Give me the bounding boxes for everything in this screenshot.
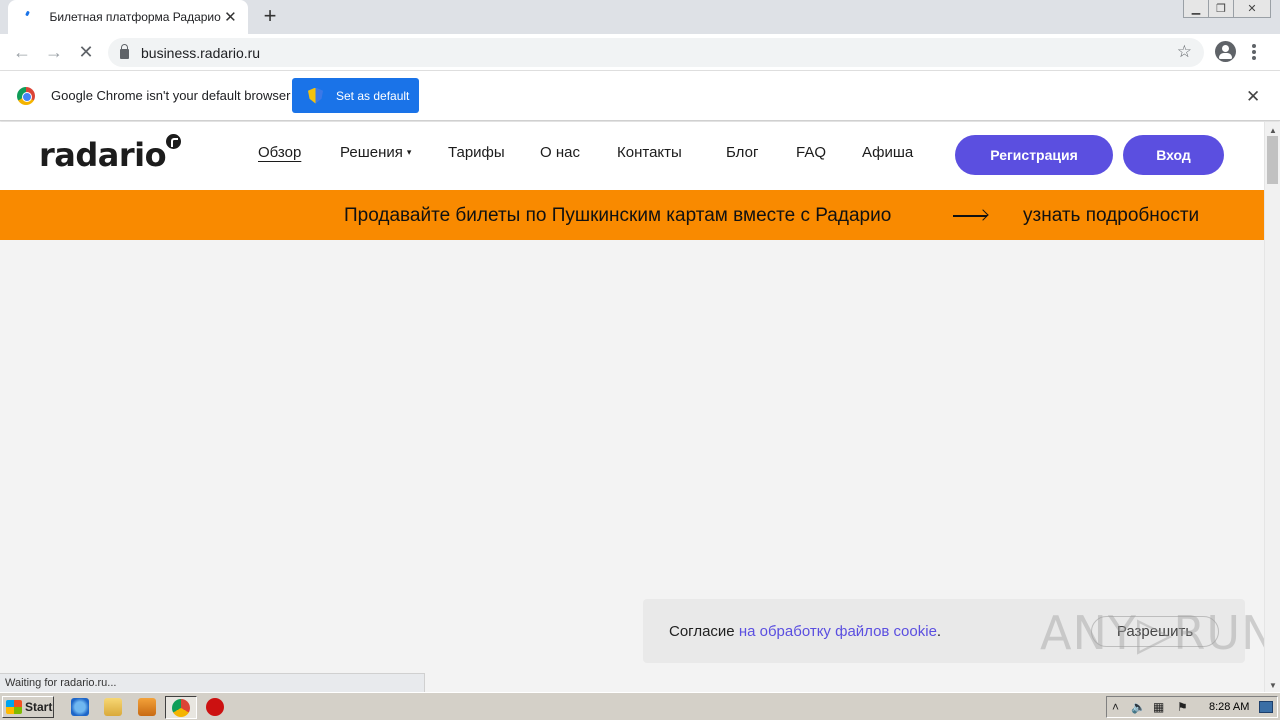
new-tab-button[interactable]: +: [258, 5, 282, 28]
nav-item-solutions-label: Решения: [340, 144, 403, 161]
taskbar-clock[interactable]: 8:28 AM: [1209, 701, 1249, 713]
arrow-right-icon: [953, 215, 987, 217]
nav-item-afisha[interactable]: Афиша: [862, 144, 913, 161]
infobar-message: Google Chrome isn't your default browser: [51, 88, 291, 103]
show-desktop-icon[interactable]: [1259, 701, 1273, 713]
start-button[interactable]: Start: [2, 696, 54, 718]
url-text[interactable]: business.radario.ru: [141, 45, 260, 61]
set-as-default-label: Set as default: [336, 88, 410, 103]
nav-item-faq[interactable]: FAQ: [796, 144, 826, 161]
register-button[interactable]: Регистрация: [955, 135, 1113, 175]
default-browser-infobar: Google Chrome isn't your default browser…: [0, 71, 1280, 121]
set-as-default-button[interactable]: Set as default: [292, 78, 419, 113]
scroll-thumb[interactable]: [1267, 136, 1278, 184]
nav-item-contacts[interactable]: Контакты: [617, 144, 682, 161]
stop-loading-icon[interactable]: ✕: [74, 40, 98, 64]
promo-banner[interactable]: Продавайте билеты по Пушкинским картам в…: [0, 190, 1264, 240]
internet-explorer-icon[interactable]: [71, 698, 89, 716]
volume-icon[interactable]: 🔈: [1131, 700, 1146, 714]
minimize-icon[interactable]: ▁: [1183, 0, 1209, 18]
anyrun-watermark: ANY▷RUN: [1040, 606, 1277, 660]
tab-close-icon[interactable]: ✕: [221, 7, 240, 27]
restore-icon[interactable]: ❐: [1208, 0, 1234, 18]
cookie-text-after: .: [936, 623, 942, 640]
nav-item-overview[interactable]: Обзор: [258, 144, 301, 161]
loading-favicon-icon: [22, 10, 35, 24]
bookmark-star-icon[interactable]: ☆: [1177, 42, 1192, 62]
profile-avatar-icon[interactable]: [1215, 41, 1236, 62]
web-page: radario Обзор Решения ▾ Тарифы О нас Конт…: [0, 122, 1264, 672]
scroll-down-icon[interactable]: ▼: [1269, 681, 1277, 690]
tab-strip: Билетная платформа Радарио ✕ + ▁ ❐ ✕: [0, 0, 1280, 34]
page-scrollbar[interactable]: ▲ ▼: [1264, 122, 1280, 692]
promo-text: Продавайте билеты по Пушкинским картам в…: [344, 205, 892, 226]
nav-item-about[interactable]: О нас: [540, 144, 580, 161]
infobar-close-icon[interactable]: ✕: [1246, 87, 1260, 107]
start-label: Start: [25, 700, 53, 714]
cookie-text-before: Согласие: [669, 623, 739, 640]
cookie-text: Согласие на обработку файлов cookie.: [669, 623, 941, 640]
nav-item-pricing[interactable]: Тарифы: [448, 144, 505, 161]
taskbar-chrome-button[interactable]: [165, 696, 197, 719]
action-center-flag-icon[interactable]: ⚑: [1177, 700, 1188, 714]
chrome-taskbar-icon: [172, 699, 190, 717]
network-icon[interactable]: ▦: [1153, 700, 1164, 714]
cookie-policy-link[interactable]: на обработку файлов cookie: [739, 623, 937, 640]
tray-expand-icon[interactable]: ˄: [1112, 700, 1119, 714]
windows-flag-icon: [6, 700, 22, 714]
lock-icon[interactable]: [120, 44, 129, 59]
file-explorer-icon[interactable]: [104, 698, 122, 716]
browser-toolbar: ← → ✕ business.radario.ru ☆: [0, 34, 1280, 71]
scroll-up-icon[interactable]: ▲: [1269, 126, 1277, 135]
forward-arrow-icon[interactable]: →: [42, 40, 66, 64]
promo-details-link[interactable]: узнать подробности: [1023, 205, 1199, 227]
media-player-icon[interactable]: [138, 698, 156, 716]
chrome-logo-icon: [17, 87, 35, 105]
back-arrow-icon[interactable]: ←: [10, 40, 34, 64]
radario-logo-mark-icon: [166, 134, 181, 149]
caret-down-icon: ▾: [406, 147, 412, 157]
site-header: radario Обзор Решения ▾ Тарифы О нас Конт…: [0, 122, 1264, 190]
radario-logo[interactable]: radario: [39, 136, 167, 174]
nav-item-solutions[interactable]: Решения ▾: [340, 144, 411, 161]
uac-shield-icon: [308, 87, 323, 104]
loading-status-bar: Waiting for radario.ru...: [0, 673, 425, 692]
window-close-icon[interactable]: ✕: [1233, 0, 1271, 18]
chrome-menu-icon[interactable]: [1250, 42, 1258, 62]
address-bar[interactable]: business.radario.ru ☆: [108, 38, 1204, 67]
nav-item-blog[interactable]: Блог: [726, 144, 758, 161]
windows-taskbar: Start ˄ 🔈 ▦ ⚑ 8:28 AM: [0, 692, 1280, 720]
system-tray: ˄ 🔈 ▦ ⚑ 8:28 AM: [1106, 696, 1278, 718]
browser-tab[interactable]: Билетная платформа Радарио ✕: [8, 0, 248, 34]
login-button[interactable]: Вход: [1123, 135, 1224, 175]
tab-title: Билетная платформа Радарио: [49, 10, 221, 24]
opera-icon[interactable]: [206, 698, 224, 716]
